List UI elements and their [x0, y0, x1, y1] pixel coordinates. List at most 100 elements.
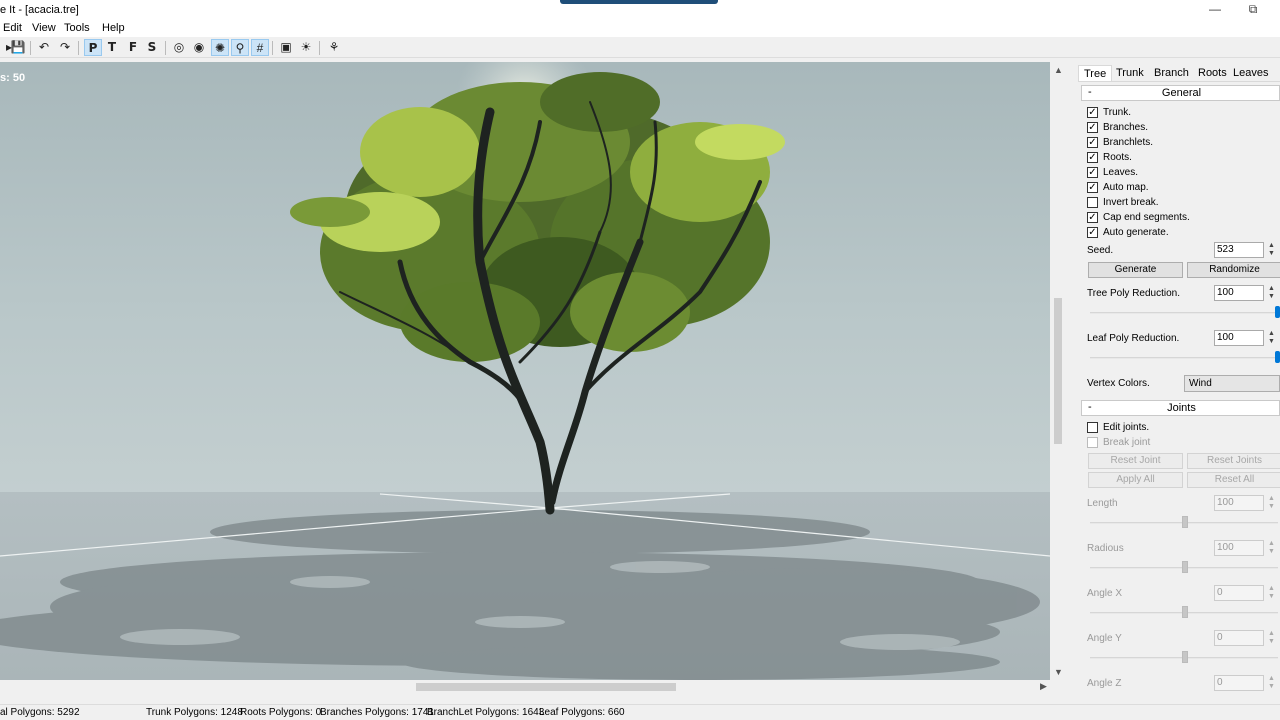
radius-input: 100 — [1214, 540, 1264, 556]
checkbox-box[interactable] — [1087, 197, 1098, 208]
horizontal-scrollbar[interactable]: ▶ — [0, 680, 1050, 694]
roots-polygons: Roots Polygons: 0 — [240, 707, 322, 718]
top-view-button[interactable]: T — [103, 39, 121, 56]
menu-bar: Edit View Tools Help — [0, 20, 1280, 37]
general-section-title: General — [1161, 87, 1202, 99]
length-spinner-icon: ▲ ▼ — [1268, 495, 1275, 510]
checkmark-icon[interactable]: ✓ — [1087, 137, 1098, 148]
edit-joints-label: Edit joints. — [1103, 422, 1150, 433]
perspective-view-button[interactable]: P — [84, 39, 102, 56]
redo-icon[interactable]: ↷ — [56, 39, 74, 56]
branchlet-polygons: BranchLet Polygons: 1643 — [427, 707, 545, 718]
radius-label: Radious — [1087, 543, 1124, 554]
checkbox-label: Roots. — [1103, 152, 1132, 163]
checkbox-label: Auto generate. — [1103, 227, 1169, 238]
vertex-colors-value: Wind — [1189, 378, 1212, 389]
tab-branch[interactable]: Branch — [1149, 65, 1194, 82]
light-bulb-icon[interactable]: ⚲ — [231, 39, 249, 56]
menu-tools[interactable]: Tools — [64, 22, 90, 34]
side-view-button[interactable]: S — [143, 39, 161, 56]
reset-joint-button: Reset Joint — [1088, 453, 1183, 469]
scroll-down-icon[interactable]: ▼ — [1054, 667, 1063, 677]
save-icon[interactable]: 💾 — [9, 39, 27, 56]
tab-leaves[interactable]: Leaves — [1228, 65, 1273, 82]
angle-z-label: Angle Z — [1087, 678, 1122, 689]
toolbar-separator — [30, 41, 31, 55]
leaf-poly-slider-thumb[interactable] — [1275, 351, 1280, 363]
texture-sphere-icon[interactable]: ✺ — [211, 39, 229, 56]
tree-poly-spinner-icon[interactable]: ▲ ▼ — [1268, 285, 1280, 301]
restore-icon[interactable]: ⧉ — [1234, 0, 1272, 20]
window-title: e It - [acacia.tre] — [0, 4, 79, 16]
horizontal-scroll-thumb[interactable] — [416, 683, 676, 691]
angle-y-input: 0 — [1214, 630, 1264, 646]
checkmark-icon[interactable]: ✓ — [1087, 182, 1098, 193]
checkbox-label: Trunk. — [1103, 107, 1131, 118]
tab-tree[interactable]: Tree — [1078, 65, 1113, 82]
menu-view[interactable]: View — [32, 22, 56, 34]
checkmark-icon[interactable]: ✓ — [1087, 167, 1098, 178]
minimize-icon[interactable]: — — [1196, 0, 1234, 20]
checkmark-icon[interactable]: ✓ — [1087, 152, 1098, 163]
leaf-poly-reduction-input[interactable]: 100 — [1214, 330, 1264, 346]
scroll-right-icon[interactable]: ▶ — [1040, 681, 1047, 692]
tree-foliage — [290, 72, 785, 362]
wireframe-icon[interactable]: ◎ — [170, 39, 188, 56]
branches-polygons: Branches Polygons: 1741 — [320, 707, 434, 718]
leaf-poly-slider[interactable] — [1090, 357, 1278, 359]
checkbox-box[interactable] — [1087, 422, 1098, 433]
length-slider-thumb — [1182, 516, 1188, 528]
tree-scene — [0, 62, 1050, 680]
vertex-colors-select[interactable]: Wind — [1184, 375, 1280, 392]
menu-edit[interactable]: Edit — [3, 22, 22, 34]
seed-input[interactable]: 523 — [1214, 242, 1264, 258]
checkmark-icon[interactable]: ✓ — [1087, 227, 1098, 238]
angle-x-input: 0 — [1214, 585, 1264, 601]
front-view-button[interactable]: F — [124, 39, 142, 56]
vertical-scrollbar[interactable]: ▲ ▼ — [1050, 62, 1066, 680]
angle-x-spinner-icon: ▲ ▼ — [1268, 585, 1275, 600]
toolbar-separator — [165, 41, 166, 55]
menu-help[interactable]: Help — [102, 22, 125, 34]
randomize-button[interactable]: Randomize — [1187, 262, 1280, 278]
tab-divider — [1078, 81, 1280, 82]
viewport-counter: s: 50 — [0, 72, 26, 84]
checkmark-icon[interactable]: ✓ — [1087, 122, 1098, 133]
tree-icon[interactable]: ⚘ — [325, 39, 343, 56]
undo-icon[interactable]: ↶ — [35, 39, 53, 56]
checkbox-label: Invert break. — [1103, 197, 1159, 208]
scroll-up-icon[interactable]: ▲ — [1054, 65, 1063, 75]
reset-joints-button: Reset Joints — [1187, 453, 1280, 469]
tree-poly-reduction-input[interactable]: 100 — [1214, 285, 1264, 301]
angle-y-spinner-icon: ▲ ▼ — [1268, 630, 1275, 645]
color-sphere-icon[interactable]: ◉ — [190, 39, 208, 56]
joints-section-header[interactable]: - Joints — [1081, 400, 1280, 416]
angle-y-label: Angle Y — [1087, 633, 1122, 644]
tree-poly-slider[interactable] — [1090, 312, 1278, 314]
toolbar: ▸ 💾 ↶ ↷ P T F S ◎ ◉ ✺ ⚲ # ▣ ☀ ⚘ — [0, 37, 1280, 58]
tab-trunk[interactable]: Trunk — [1111, 65, 1149, 82]
zoom-extents-icon[interactable]: ▣ — [277, 39, 295, 56]
seed-label: Seed. — [1087, 245, 1114, 256]
sun-icon[interactable]: ☀ — [297, 39, 315, 56]
seed-spinner-icon[interactable]: ▲ ▼ — [1268, 242, 1280, 258]
status-bar: al Polygons: 5292 Trunk Polygons: 1248 R… — [0, 704, 1280, 720]
toolbar-separator — [272, 41, 273, 55]
checkbox-label: Auto map. — [1103, 182, 1149, 193]
general-section-header[interactable]: - General — [1081, 85, 1280, 101]
checkmark-icon[interactable]: ✓ — [1087, 107, 1098, 118]
leaf-poly-reduction-label: Leaf Poly Reduction. — [1087, 333, 1180, 344]
3d-viewport[interactable]: s: 50 — [0, 62, 1050, 680]
generate-button[interactable]: Generate — [1088, 262, 1183, 278]
apply-all-button: Apply All — [1088, 472, 1183, 488]
grid-icon[interactable]: # — [251, 39, 269, 56]
toolbar-separator — [78, 41, 79, 55]
tab-roots[interactable]: Roots — [1193, 65, 1232, 82]
leaf-poly-spinner-icon[interactable]: ▲ ▼ — [1268, 330, 1280, 346]
radius-spinner-icon: ▲ ▼ — [1268, 540, 1275, 555]
checkmark-icon[interactable]: ✓ — [1087, 212, 1098, 223]
tree-poly-slider-thumb[interactable] — [1275, 306, 1280, 318]
total-polygons: al Polygons: 5292 — [0, 707, 80, 718]
checkbox-box — [1087, 437, 1098, 448]
vertical-scroll-thumb[interactable] — [1054, 298, 1062, 444]
